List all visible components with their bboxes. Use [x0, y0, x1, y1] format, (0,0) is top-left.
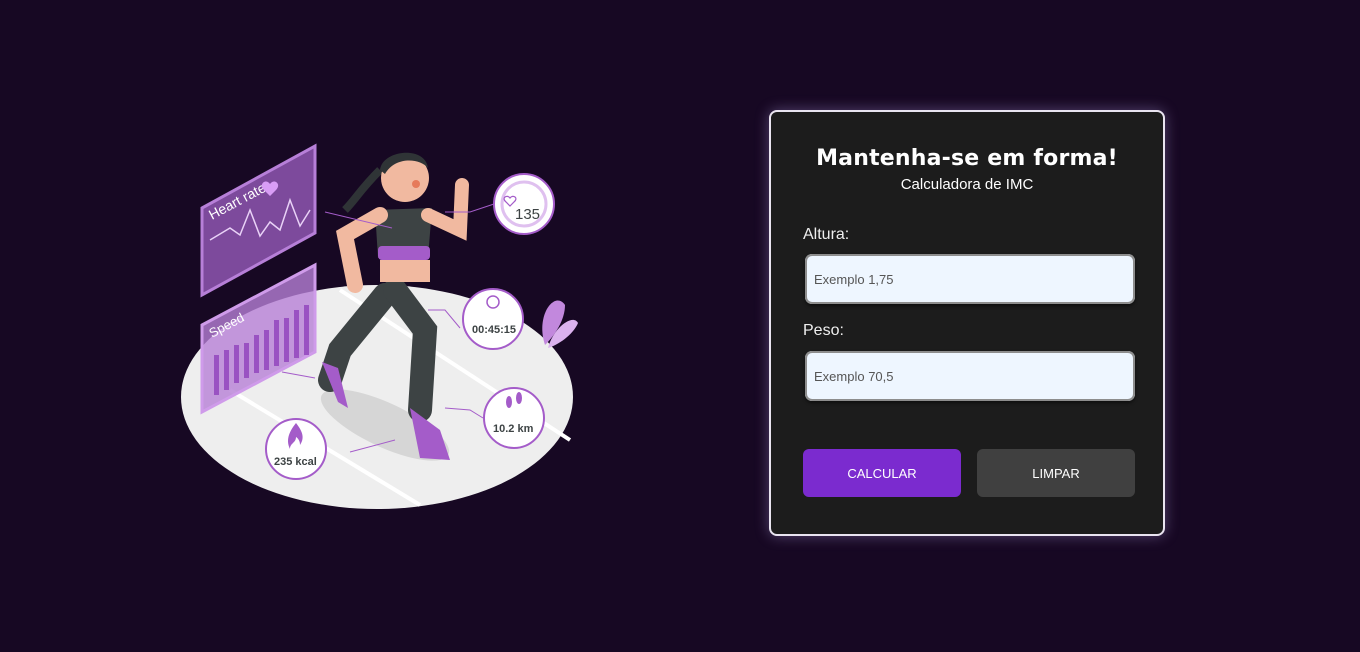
height-label: Altura: [803, 226, 850, 243]
calculate-button[interactable]: CALCULAR [803, 449, 961, 497]
heart-bpm-badge: 135 [493, 173, 555, 235]
calories-badge: 235 kcal [265, 418, 327, 480]
calories-value: 235 kcal [274, 456, 317, 468]
card-title: Mantenha-se em forma! [816, 146, 1118, 171]
distance-badge: 10.2 km [483, 387, 545, 449]
runner-illustration: Heart rate Speed 135 00:45:15 10.2 km 23… [181, 143, 578, 509]
weight-label: Peso: [803, 322, 844, 339]
card-subtitle: Calculadora de IMC [900, 176, 1034, 193]
footprints-icon [506, 396, 512, 408]
height-input[interactable] [805, 254, 1135, 304]
weight-input[interactable] [805, 351, 1135, 401]
clear-button[interactable]: LIMPAR [977, 449, 1135, 497]
distance-value: 10.2 km [493, 423, 534, 435]
timer-value: 00:45:15 [472, 324, 516, 336]
timer-badge: 00:45:15 [462, 288, 524, 350]
bpm-value: 135 [515, 206, 540, 223]
bmi-calculator-card: Mantenha-se em forma! Calculadora de IMC… [769, 110, 1165, 536]
